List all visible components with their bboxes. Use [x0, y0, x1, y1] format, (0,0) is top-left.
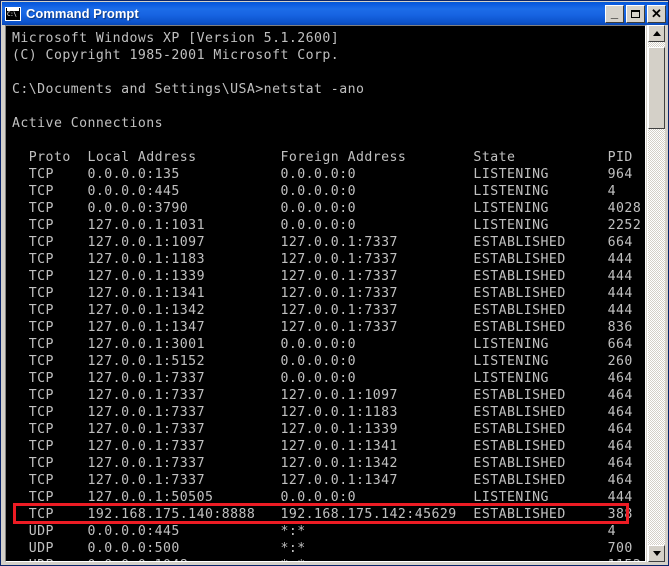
console-icon[interactable]	[5, 6, 21, 21]
section-title: Active Connections	[12, 116, 164, 131]
table-row: TCP 0.0.0.0:135 0.0.0.0:0 LISTENING 964	[12, 167, 633, 182]
prompt-line: C:\Documents and Settings\USA>netstat -a…	[12, 82, 365, 97]
window-title: Command Prompt	[26, 6, 139, 21]
table-row: TCP 127.0.0.1:5152 0.0.0.0:0 LISTENING 2…	[12, 354, 633, 369]
table-row: TCP 127.0.0.1:1341 127.0.0.1:7337 ESTABL…	[12, 286, 633, 301]
console-output[interactable]: Microsoft Windows XP [Version 5.1.2600] …	[6, 26, 645, 561]
table-row: UDP 0.0.0.0:500 *:* 700	[12, 541, 633, 556]
table-row: TCP 127.0.0.1:7337 127.0.0.1:1341 ESTABL…	[12, 439, 633, 454]
table-row: TCP 127.0.0.1:7337 0.0.0.0:0 LISTENING 4…	[12, 371, 633, 386]
minimize-icon: _	[610, 4, 619, 20]
table-row: TCP 127.0.0.1:3001 0.0.0.0:0 LISTENING 6…	[12, 337, 633, 352]
table-row: TCP 192.168.175.140:8888 192.168.175.142…	[12, 507, 633, 522]
table-row: TCP 127.0.0.1:7337 127.0.0.1:1097 ESTABL…	[12, 388, 633, 403]
table-row: TCP 127.0.0.1:1347 127.0.0.1:7337 ESTABL…	[12, 320, 633, 335]
window-client-area: Microsoft Windows XP [Version 5.1.2600] …	[2, 25, 668, 565]
table-row: TCP 0.0.0.0:445 0.0.0.0:0 LISTENING 4	[12, 184, 617, 199]
table-header: Proto Local Address Foreign Address Stat…	[12, 150, 633, 165]
table-row: TCP 127.0.0.1:7337 127.0.0.1:1342 ESTABL…	[12, 456, 633, 471]
table-row: TCP 127.0.0.1:1342 127.0.0.1:7337 ESTABL…	[12, 303, 633, 318]
scroll-down-arrow	[652, 551, 661, 556]
maximize-icon	[627, 6, 644, 22]
table-row: TCP 127.0.0.1:7337 127.0.0.1:1339 ESTABL…	[12, 422, 633, 437]
table-row: UDP 0.0.0.0:1048 *:* 1152	[12, 557, 645, 561]
scroll-thumb[interactable]	[648, 47, 665, 129]
table-row: TCP 127.0.0.1:1183 127.0.0.1:7337 ESTABL…	[12, 252, 633, 267]
scroll-up-arrow	[652, 31, 661, 36]
minimize-button[interactable]: _	[605, 4, 624, 23]
scroll-up-icon[interactable]	[648, 25, 665, 42]
table-row: TCP 127.0.0.1:1031 0.0.0.0:0 LISTENING 2…	[12, 218, 642, 233]
banner-line: Microsoft Windows XP [Version 5.1.2600]	[12, 31, 340, 46]
table-row: TCP 127.0.0.1:7337 127.0.0.1:1347 ESTABL…	[12, 473, 633, 488]
close-icon: ✕	[651, 6, 662, 21]
connection-table: TCP 0.0.0.0:135 0.0.0.0:0 LISTENING 964 …	[12, 166, 645, 561]
vertical-scrollbar[interactable]	[647, 25, 665, 562]
table-row: TCP 127.0.0.1:7337 127.0.0.1:1183 ESTABL…	[12, 405, 633, 420]
banner-line: (C) Copyright 1985-2001 Microsoft Corp.	[12, 48, 340, 63]
console-frame: Microsoft Windows XP [Version 5.1.2600] …	[5, 25, 646, 562]
window-controls: _ ✕	[605, 4, 667, 23]
table-row: TCP 0.0.0.0:3790 0.0.0.0:0 LISTENING 402…	[12, 201, 642, 216]
scroll-down-icon[interactable]	[648, 545, 665, 562]
table-row: TCP 127.0.0.1:50505 0.0.0.0:0 LISTENING …	[12, 490, 633, 505]
close-button[interactable]: ✕	[647, 4, 666, 23]
table-row: UDP 0.0.0.0:445 *:* 4	[12, 524, 617, 539]
title-bar[interactable]: Command Prompt _ ✕	[2, 2, 668, 25]
table-row: TCP 127.0.0.1:1097 127.0.0.1:7337 ESTABL…	[12, 235, 633, 250]
command-prompt-window: Command Prompt _ ✕ Microsoft Windows XP …	[0, 0, 669, 566]
table-row: TCP 127.0.0.1:1339 127.0.0.1:7337 ESTABL…	[12, 269, 633, 284]
maximize-button[interactable]	[626, 4, 645, 23]
